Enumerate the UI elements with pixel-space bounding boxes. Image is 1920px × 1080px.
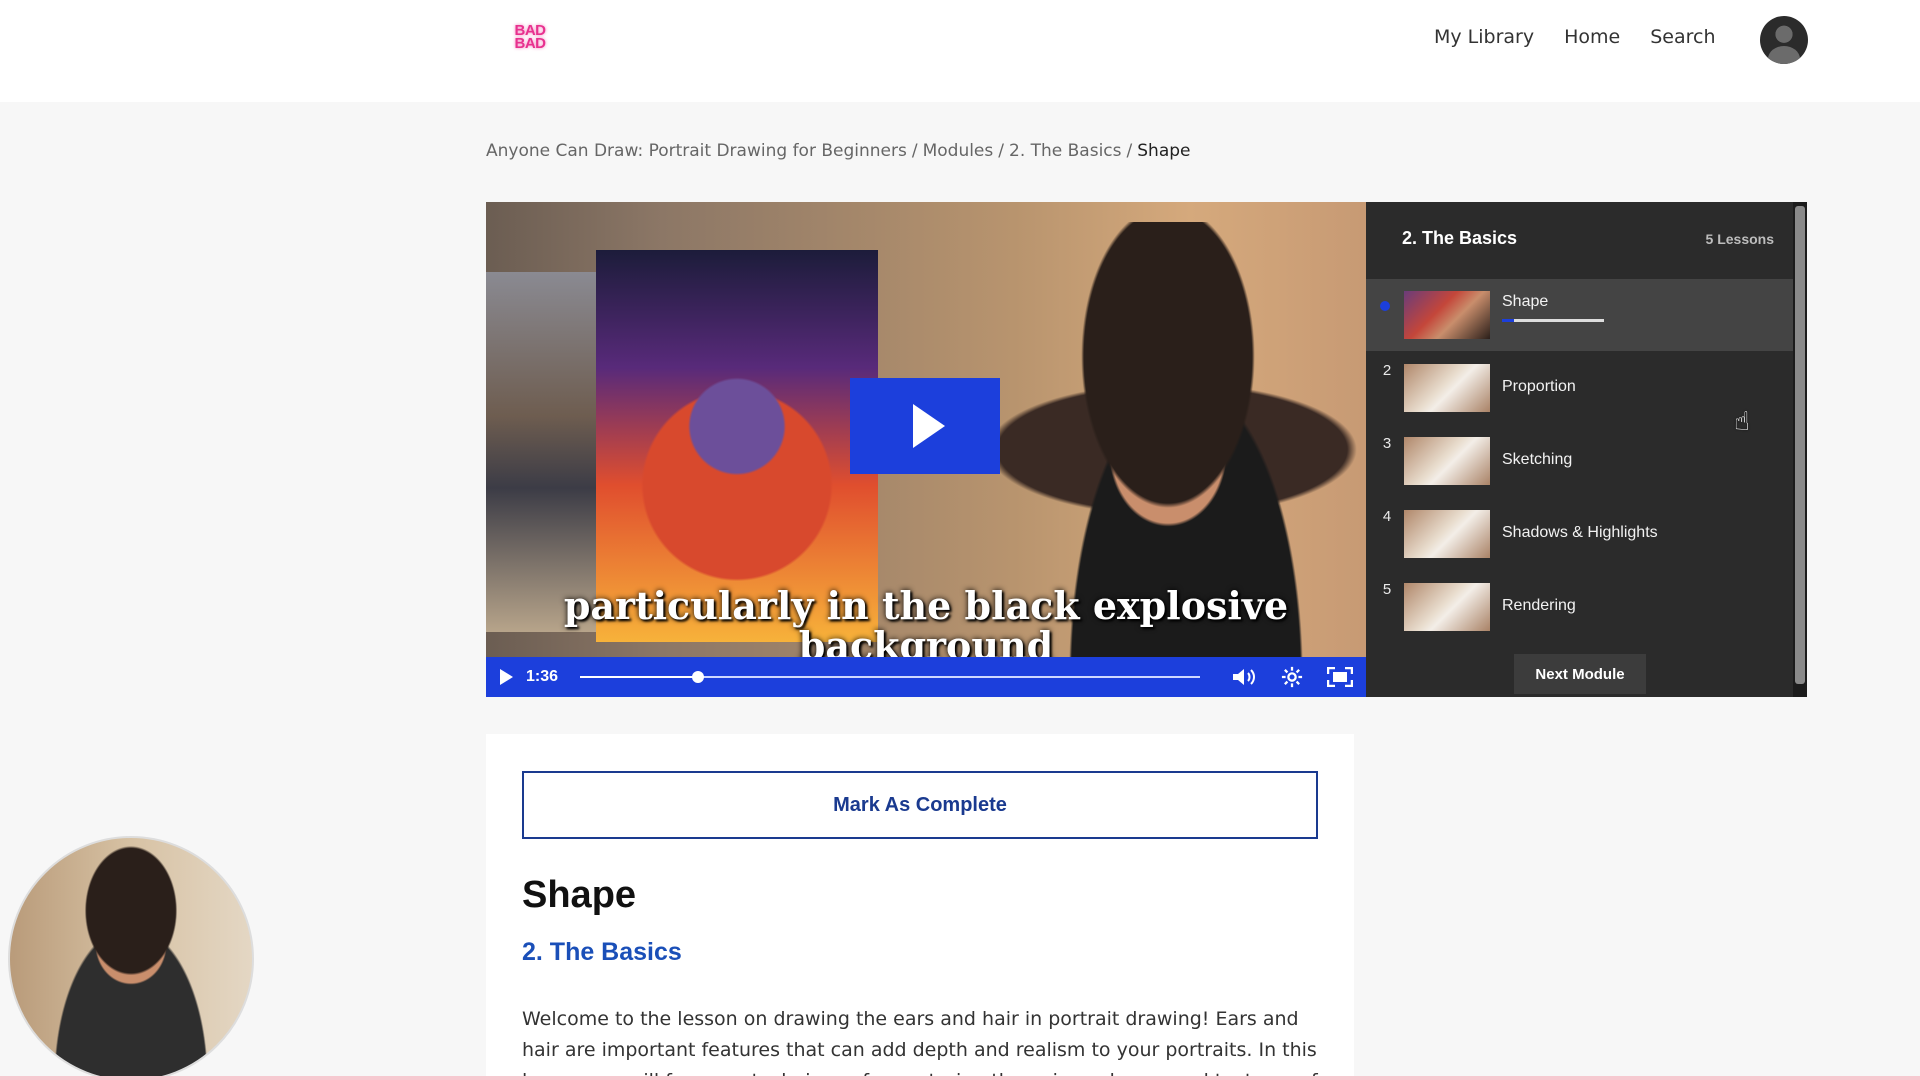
seek-bar-progress <box>580 676 698 678</box>
scrollbar-thumb[interactable] <box>1795 206 1805 684</box>
play-icon <box>913 404 945 448</box>
lesson-number: 3 <box>1382 435 1392 452</box>
lesson-number: 4 <box>1382 508 1392 525</box>
lesson-progress-bar <box>1502 319 1604 322</box>
lesson-number: 2 <box>1382 362 1392 379</box>
breadcrumb-modules[interactable]: Modules <box>923 141 994 161</box>
user-avatar-icon[interactable] <box>1760 16 1808 64</box>
lesson-label: Sketching <box>1502 451 1573 468</box>
lesson-thumbnail <box>1404 291 1490 339</box>
main-nav: My Library Home Search <box>1434 26 1716 48</box>
gear-icon[interactable] <box>1268 657 1316 697</box>
video-frame-bookshelf <box>486 272 596 632</box>
lesson-item-shadows-highlights[interactable]: 4 Shadows & Highlights <box>1366 498 1793 570</box>
fullscreen-icon[interactable] <box>1316 657 1364 697</box>
video-player[interactable]: particularly in the black explosive back… <box>486 202 1366 697</box>
nav-search[interactable]: Search <box>1650 26 1715 48</box>
lesson-item-proportion[interactable]: 2 Proportion <box>1366 352 1793 424</box>
breadcrumb-module[interactable]: 2. The Basics <box>1009 141 1122 161</box>
lesson-thumbnail <box>1404 437 1490 485</box>
play-button[interactable] <box>486 657 526 697</box>
lesson-thumbnail <box>1404 364 1490 412</box>
module-title: 2. The Basics <box>1402 228 1518 248</box>
video-caption: particularly in the black explosive back… <box>486 586 1366 666</box>
lesson-description: Welcome to the lesson on drawing the ear… <box>522 1008 1318 1080</box>
mark-complete-button[interactable]: Mark As Complete <box>522 771 1318 839</box>
mouse-pointer-icon: ☝ <box>1734 406 1750 436</box>
logo-text-bottom: BAD <box>514 35 547 52</box>
caption-line-1: particularly in the black explosive <box>563 583 1289 628</box>
lesson-label: Shadows & Highlights <box>1502 524 1658 541</box>
current-lesson-indicator <box>1380 301 1390 311</box>
play-icon <box>499 669 513 685</box>
panel-header: 2. The Basics 5 Lessons <box>1402 228 1774 249</box>
breadcrumb-current: Shape <box>1137 141 1191 161</box>
site-logo[interactable]: BAD BAD <box>511 16 549 58</box>
lesson-count: 5 Lessons <box>1705 230 1774 247</box>
lesson-list-panel: 2. The Basics 5 Lessons Shape 2 Proporti… <box>1366 202 1807 697</box>
big-play-button[interactable] <box>850 378 1000 474</box>
top-navigation-bar: BAD BAD My Library Home Search <box>0 0 1920 102</box>
nav-home[interactable]: Home <box>1564 26 1620 48</box>
lesson-item-shape[interactable]: Shape <box>1366 279 1793 351</box>
lesson-thumbnail <box>1404 510 1490 558</box>
lesson-content-card: Mark As Complete Shape 2. The Basics Wel… <box>486 734 1354 1080</box>
video-controls: 1:36 <box>486 657 1366 697</box>
page-progress-line <box>0 1076 1920 1080</box>
breadcrumb-separator: / <box>911 141 918 161</box>
lesson-label: Proportion <box>1502 378 1576 395</box>
seek-bar-handle[interactable] <box>691 671 704 683</box>
panel-scrollbar[interactable] <box>1793 202 1807 697</box>
module-link[interactable]: 2. The Basics <box>522 938 682 967</box>
lesson-item-sketching[interactable]: 3 Sketching <box>1366 425 1793 497</box>
webcam-overlay <box>8 836 254 1080</box>
lesson-label: Shape <box>1502 293 1549 310</box>
breadcrumb-course[interactable]: Anyone Can Draw: Portrait Drawing for Be… <box>486 141 907 161</box>
lesson-title: Shape <box>522 874 637 916</box>
breadcrumb-separator: / <box>998 141 1004 161</box>
seek-bar[interactable] <box>580 671 1200 683</box>
lesson-number: 5 <box>1382 581 1392 598</box>
current-time: 1:36 <box>526 668 559 685</box>
lesson-item-rendering[interactable]: 5 Rendering <box>1366 571 1793 643</box>
breadcrumb-separator: / <box>1126 141 1133 161</box>
lesson-thumbnail <box>1404 583 1490 631</box>
lesson-label: Rendering <box>1502 597 1576 614</box>
nav-my-library[interactable]: My Library <box>1434 26 1534 48</box>
next-module-button[interactable]: Next Module <box>1514 654 1646 694</box>
lesson-progress-fill <box>1502 319 1515 322</box>
volume-icon[interactable] <box>1220 657 1268 697</box>
breadcrumb: Anyone Can Draw: Portrait Drawing for Be… <box>486 141 1190 161</box>
